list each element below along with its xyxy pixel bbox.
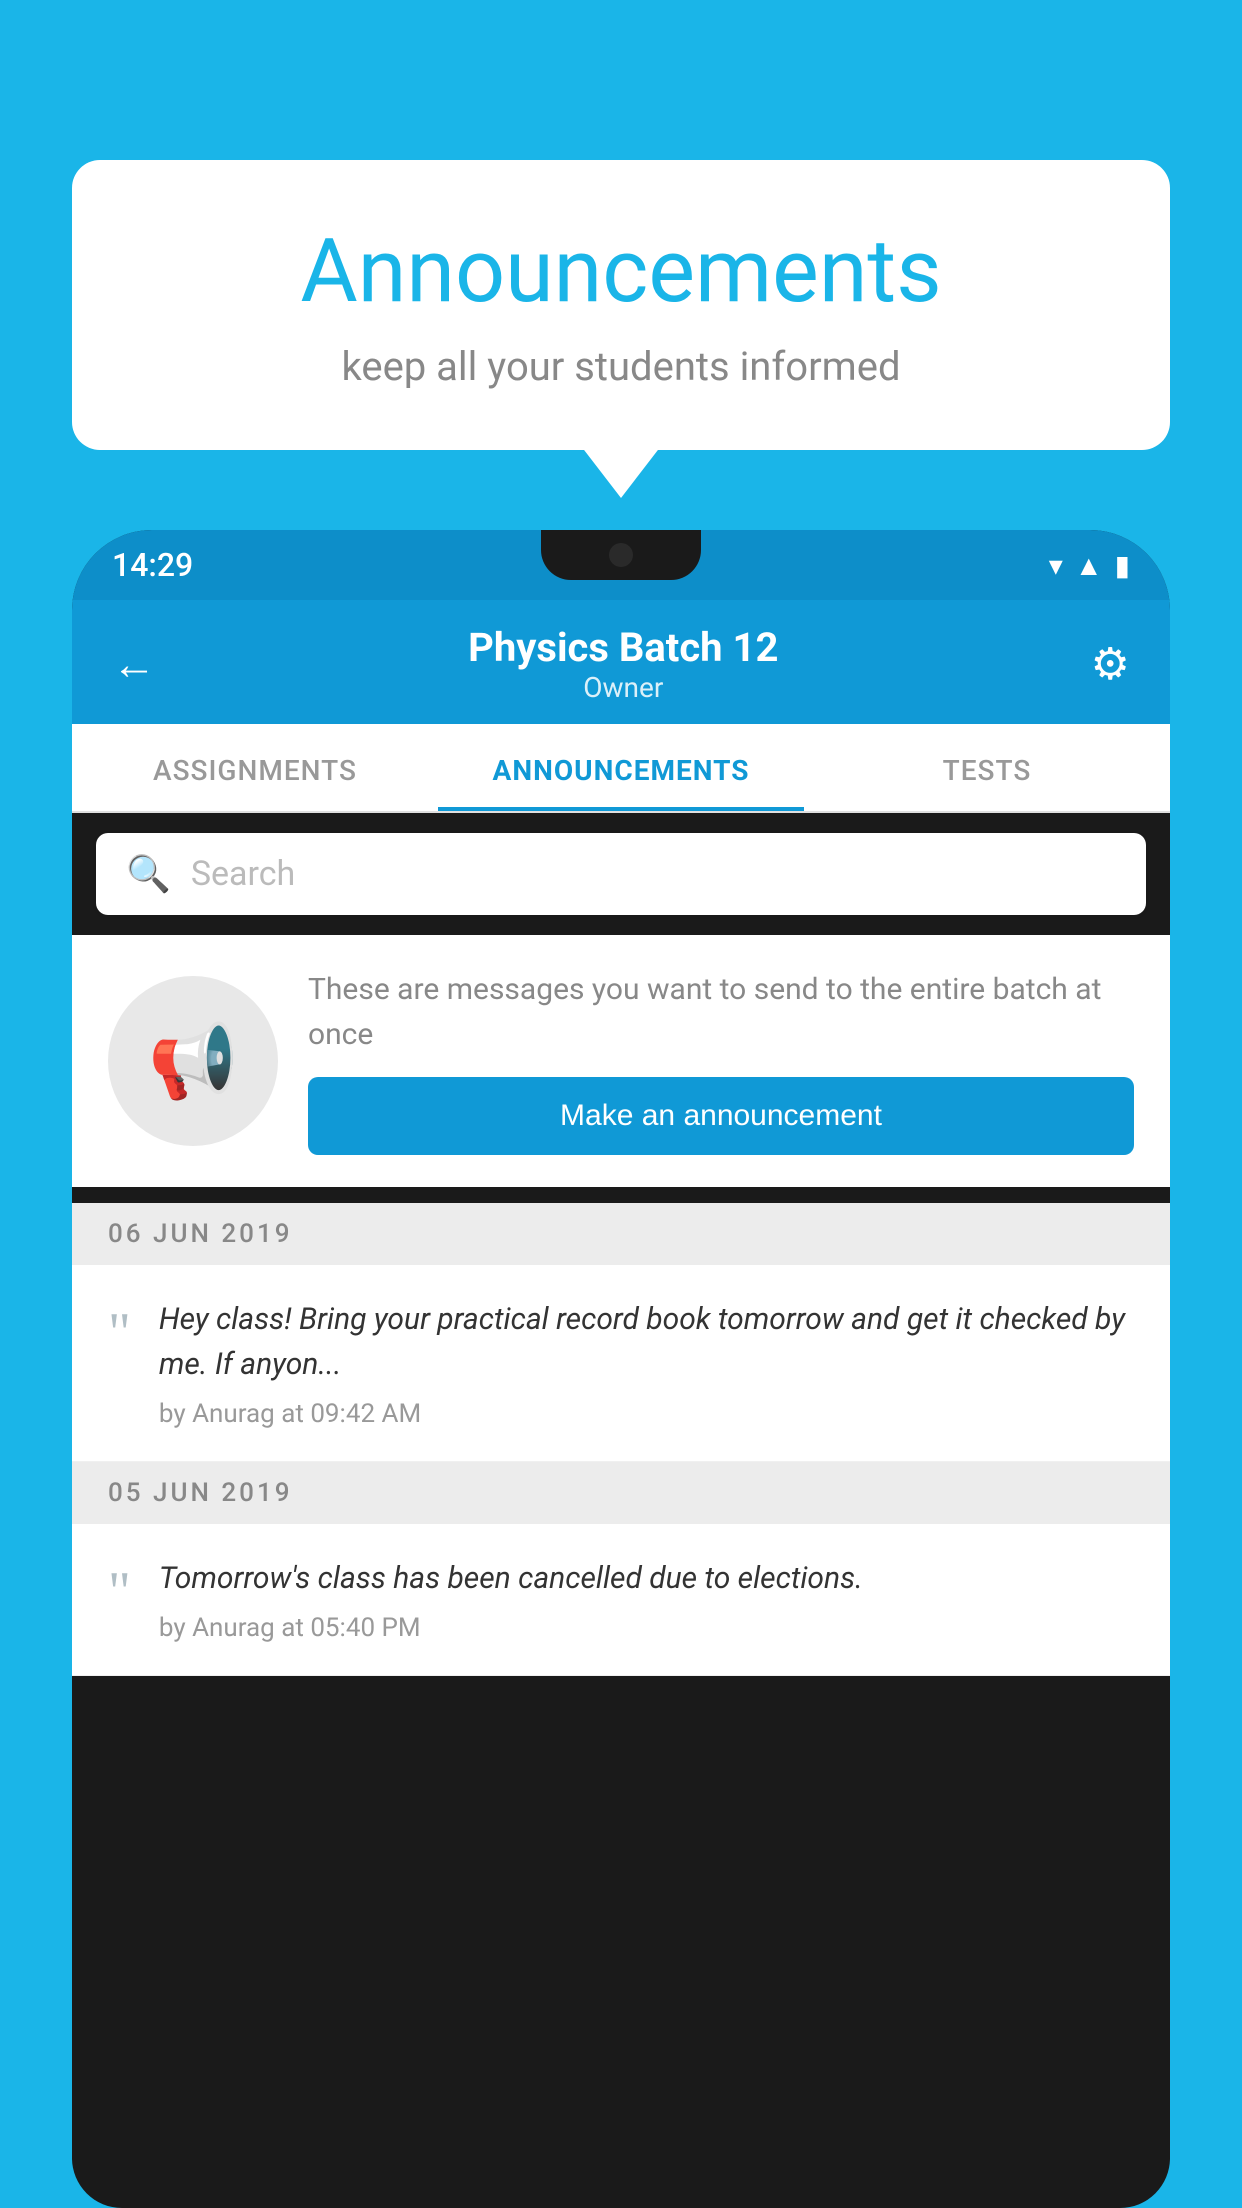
announcement-content-1: Hey class! Bring your practical record b… [159, 1297, 1134, 1429]
announcement-meta-1: by Anurag at 09:42 AM [159, 1399, 1134, 1429]
speech-bubble: Announcements keep all your students inf… [72, 160, 1170, 450]
promo-description: These are messages you want to send to t… [308, 967, 1134, 1057]
batch-subtitle: Owner [468, 671, 778, 704]
tabs-bar: ASSIGNMENTS ANNOUNCEMENTS TESTS [72, 724, 1170, 813]
announcement-item-2[interactable]: " Tomorrow's class has been cancelled du… [72, 1524, 1170, 1676]
search-bar[interactable]: 🔍 Search [96, 833, 1146, 915]
announcement-item-1[interactable]: " Hey class! Bring your practical record… [72, 1265, 1170, 1462]
settings-icon[interactable]: ⚙ [1091, 638, 1130, 690]
battery-icon: ▮ [1115, 549, 1130, 582]
search-placeholder: Search [191, 854, 295, 894]
speech-bubble-section: Announcements keep all your students inf… [72, 160, 1170, 450]
phone-frame: 14:29 ▾ ▲ ▮ ← Physics Batch 12 Owner ⚙ A… [72, 530, 1170, 2208]
status-time: 14:29 [112, 546, 193, 584]
date-label-2: 05 JUN 2019 [108, 1478, 293, 1508]
status-bar: 14:29 ▾ ▲ ▮ [72, 530, 1170, 600]
bubble-title: Announcements [152, 220, 1090, 323]
quote-icon-2: " [108, 1564, 131, 1620]
announcement-text-1: Hey class! Bring your practical record b… [159, 1297, 1134, 1387]
make-announcement-button[interactable]: Make an announcement [308, 1077, 1134, 1155]
date-label-1: 06 JUN 2019 [108, 1219, 293, 1249]
announcement-meta-2: by Anurag at 05:40 PM [159, 1613, 1134, 1643]
header-center: Physics Batch 12 Owner [468, 624, 778, 704]
quote-icon-1: " [108, 1305, 131, 1361]
promo-icon-circle: 📢 [108, 976, 278, 1146]
tab-tests[interactable]: TESTS [804, 724, 1170, 811]
app-header: ← Physics Batch 12 Owner ⚙ [72, 600, 1170, 724]
wifi-icon: ▾ [1049, 549, 1063, 582]
megaphone-icon: 📢 [148, 1019, 238, 1104]
date-separator-2: 05 JUN 2019 [72, 1462, 1170, 1524]
announcement-text-2: Tomorrow's class has been cancelled due … [159, 1556, 1134, 1601]
notch [541, 530, 701, 580]
status-icons: ▾ ▲ ▮ [1049, 549, 1130, 582]
scrollable-content: 🔍 Search 📢 These are messages you want t… [72, 813, 1170, 2208]
camera-notch [609, 543, 633, 567]
search-icon: 🔍 [126, 853, 171, 895]
tab-announcements[interactable]: ANNOUNCEMENTS [438, 724, 804, 811]
announcement-content-2: Tomorrow's class has been cancelled due … [159, 1556, 1134, 1643]
signal-icon: ▲ [1075, 549, 1103, 582]
phone-inner: ← Physics Batch 12 Owner ⚙ ASSIGNMENTS A… [72, 600, 1170, 2208]
promo-card: 📢 These are messages you want to send to… [72, 935, 1170, 1187]
tab-assignments[interactable]: ASSIGNMENTS [72, 724, 438, 811]
bubble-subtitle: keep all your students informed [152, 343, 1090, 390]
date-separator-1: 06 JUN 2019 [72, 1203, 1170, 1265]
back-button[interactable]: ← [112, 638, 156, 690]
batch-title: Physics Batch 12 [468, 624, 778, 671]
promo-right: These are messages you want to send to t… [308, 967, 1134, 1155]
